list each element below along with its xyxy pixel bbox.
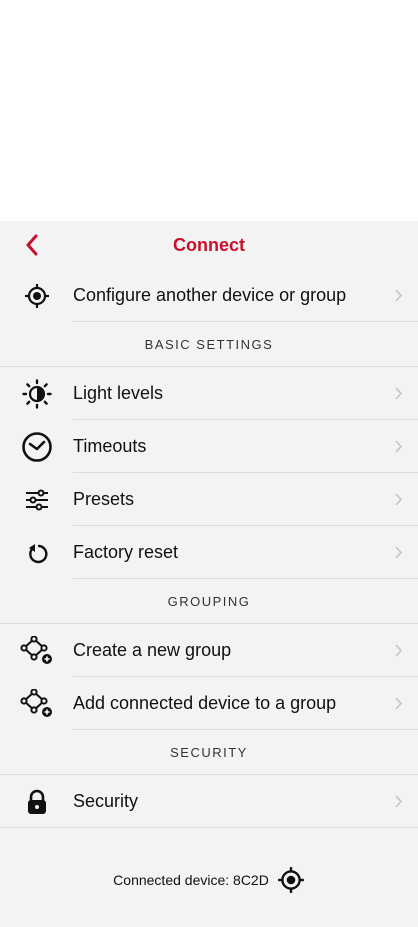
chevron-right-icon <box>378 677 418 730</box>
light-levels-row[interactable]: Light levels <box>0 367 418 420</box>
chevron-right-icon <box>378 367 418 420</box>
row-label: Light levels <box>73 383 164 403</box>
row-label: Timeouts <box>73 436 147 456</box>
status-area <box>0 0 418 221</box>
security-row[interactable]: Security <box>0 775 418 828</box>
configure-device-row[interactable]: Configure another device or group <box>0 269 418 322</box>
connect-screen: Connect Configure another device or grou… <box>0 221 418 927</box>
section-basic-settings: BASIC SETTINGS <box>0 322 418 367</box>
presets-row[interactable]: Presets <box>0 473 418 526</box>
connected-device-footer: Connected device: 8C2D <box>0 866 418 894</box>
back-button[interactable] <box>18 231 46 259</box>
row-label: Presets <box>73 489 135 509</box>
sliders-icon <box>0 473 73 526</box>
factory-reset-row[interactable]: Factory reset <box>0 526 418 579</box>
chevron-right-icon <box>378 624 418 677</box>
clock-icon <box>0 420 73 473</box>
group-add-icon <box>0 677 73 730</box>
group-add-icon <box>0 624 73 677</box>
row-label: Create a new group <box>73 640 232 660</box>
chevron-left-icon <box>26 234 38 256</box>
reset-icon <box>0 526 73 579</box>
chevron-right-icon <box>378 420 418 473</box>
lock-icon <box>0 775 73 828</box>
page-title: Connect <box>173 234 245 255</box>
nav-bar: Connect <box>0 221 418 269</box>
timeouts-row[interactable]: Timeouts <box>0 420 418 473</box>
row-label: Add connected device to a group <box>73 693 337 713</box>
connected-device-label: Connected device: 8C2D <box>113 872 269 888</box>
target-icon <box>0 269 73 322</box>
row-label: Factory reset <box>73 542 179 562</box>
add-device-to-group-row[interactable]: Add connected device to a group <box>0 677 418 730</box>
row-label: Configure another device or group <box>73 285 347 305</box>
section-grouping: GROUPING <box>0 579 418 624</box>
create-group-row[interactable]: Create a new group <box>0 624 418 677</box>
row-label: Security <box>73 791 139 811</box>
chevron-right-icon <box>378 775 418 828</box>
chevron-right-icon <box>378 269 418 322</box>
target-icon <box>277 867 304 893</box>
section-security: SECURITY <box>0 730 418 775</box>
chevron-right-icon <box>378 526 418 579</box>
chevron-right-icon <box>378 473 418 526</box>
brightness-icon <box>0 367 73 420</box>
